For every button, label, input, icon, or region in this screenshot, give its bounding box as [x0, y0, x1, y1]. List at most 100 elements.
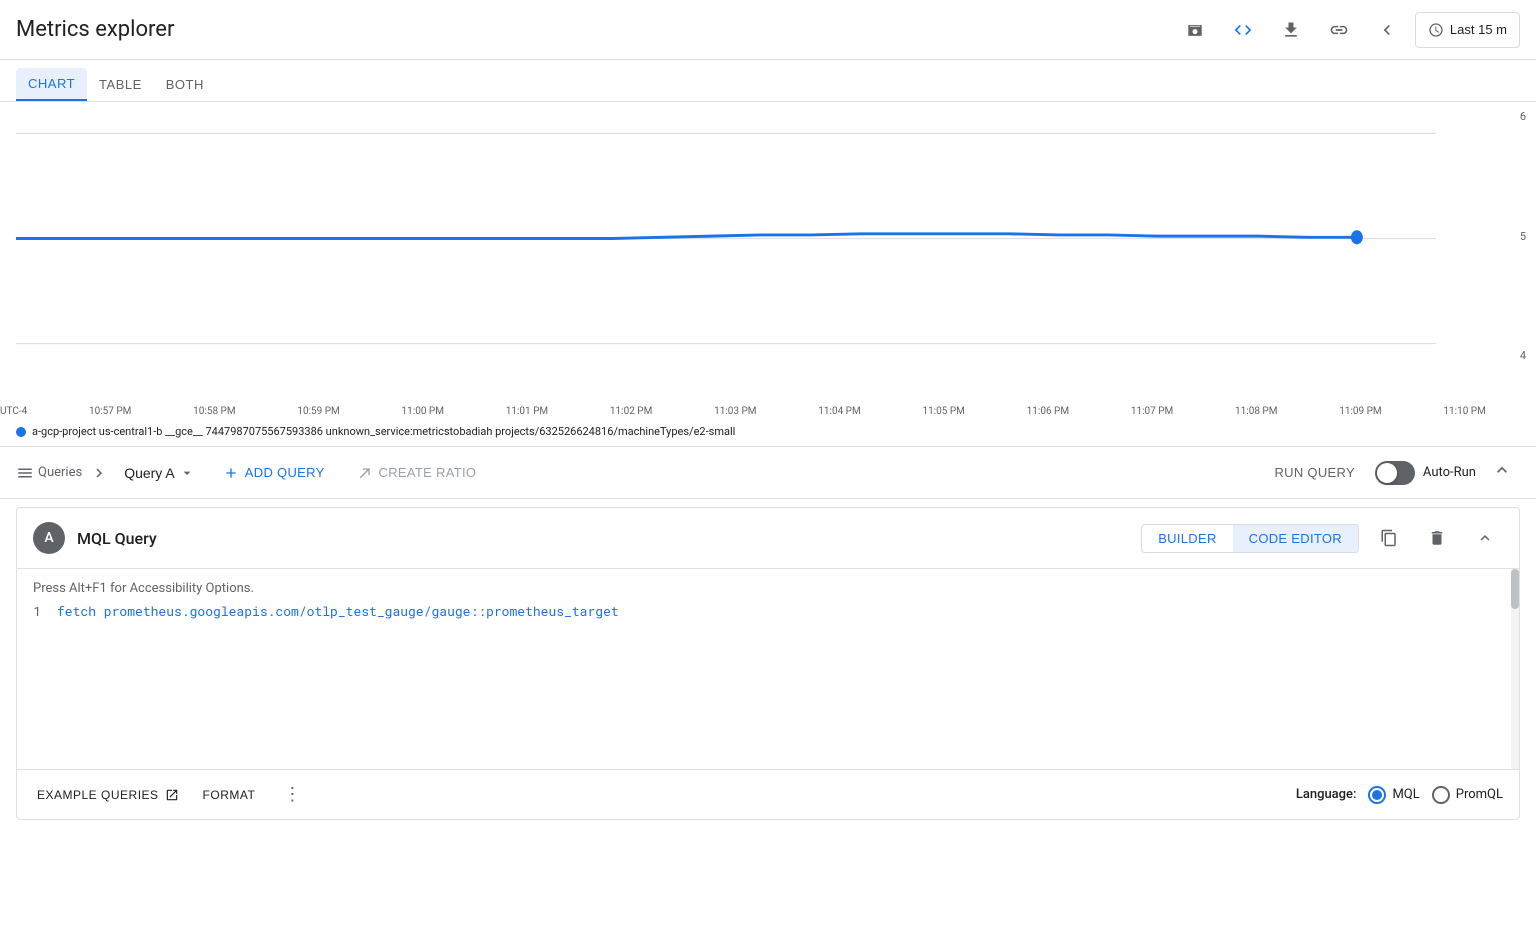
add-query-label: ADD QUERY — [245, 465, 325, 480]
line-number: 1 — [17, 602, 57, 620]
query-name-button[interactable]: Query A — [116, 461, 203, 485]
x-label-1058: 10:58 PM — [193, 406, 235, 417]
auto-run-toggle[interactable] — [1375, 461, 1415, 485]
promql-radio-button[interactable] — [1432, 786, 1450, 804]
time-range-button[interactable]: Last 15 m — [1415, 12, 1520, 48]
link-icon-button[interactable] — [1319, 10, 1359, 50]
code-icon-button[interactable] — [1223, 10, 1263, 50]
x-label-1107: 11:07 PM — [1131, 406, 1173, 417]
x-label-1057: 10:57 PM — [89, 406, 131, 417]
chevron-left-icon — [1377, 20, 1397, 40]
example-queries-label: EXAMPLE QUERIES — [37, 788, 159, 802]
format-label: FORMAT — [203, 788, 256, 802]
builder-tab[interactable]: BUILDER — [1142, 525, 1232, 552]
add-icon — [223, 465, 239, 481]
y-label-4: 4 — [1520, 349, 1526, 362]
auto-run-label: Auto-Run — [1423, 465, 1476, 480]
dropdown-arrow-icon — [179, 465, 195, 481]
header-actions: Last 15 m — [1175, 10, 1520, 50]
scrollbar-thumb — [1511, 569, 1519, 609]
query-bar: Queries Query A ADD QUERY CREATE RATIO R… — [0, 447, 1536, 499]
chart-svg — [16, 110, 1486, 402]
tab-both[interactable]: BOTH — [154, 68, 216, 101]
more-options-button[interactable]: ⋮ — [275, 780, 309, 809]
query-editor-footer: EXAMPLE QUERIES FORMAT ⋮ Language: MQL P… — [17, 769, 1519, 819]
x-label-1110: 11:10 PM — [1443, 406, 1485, 417]
copy-button[interactable] — [1371, 520, 1407, 556]
code-editor-area[interactable]: Press Alt+F1 for Accessibility Options. … — [17, 569, 1519, 769]
toggle-knob — [1377, 463, 1397, 483]
chart-container: 6 5 4 — [0, 102, 1536, 402]
accessibility-hint: Press Alt+F1 for Accessibility Options. — [17, 577, 1519, 600]
query-avatar: A — [33, 522, 65, 554]
expand-button[interactable] — [1467, 520, 1503, 556]
link-icon — [1329, 20, 1349, 40]
chevron-right-icon — [90, 464, 108, 482]
x-label-1059: 10:59 PM — [297, 406, 339, 417]
download-icon — [1281, 20, 1301, 40]
language-label: Language: — [1296, 787, 1357, 802]
create-ratio-label: CREATE RATIO — [379, 465, 477, 480]
x-label-1106: 11:06 PM — [1027, 406, 1069, 417]
more-icon: ⋮ — [283, 784, 301, 804]
delete-icon — [1428, 529, 1446, 547]
delete-button[interactable] — [1419, 520, 1455, 556]
code-editor-tab[interactable]: CODE EDITOR — [1233, 525, 1358, 552]
y-label-5: 5 — [1520, 230, 1526, 243]
mql-radio-button[interactable] — [1368, 786, 1386, 804]
external-link-icon — [165, 788, 179, 802]
chart-section: CHART TABLE BOTH 6 5 4 UTC-4 10:57 PM 10… — [0, 60, 1536, 447]
scrollbar-vertical[interactable] — [1511, 569, 1519, 769]
save-icon — [1185, 20, 1205, 40]
chart-tabs: CHART TABLE BOTH — [0, 60, 1536, 102]
download-icon-button[interactable] — [1271, 10, 1311, 50]
x-label-1108: 11:08 PM — [1235, 406, 1277, 417]
tab-table[interactable]: TABLE — [87, 68, 154, 101]
header: Metrics explorer Last 15 m — [0, 0, 1536, 60]
promql-radio-option[interactable]: PromQL — [1432, 786, 1503, 804]
expand-icon — [1476, 529, 1494, 547]
query-editor-section: A MQL Query BUILDER CODE EDITOR Press Al… — [16, 507, 1520, 820]
save-icon-button[interactable] — [1175, 10, 1215, 50]
copy-icon — [1380, 529, 1398, 547]
code-line-1: 1 fetch prometheus.googleapis.com/otlp_t… — [17, 600, 1519, 622]
x-label-1101: 11:01 PM — [506, 406, 548, 417]
x-axis-labels: UTC-4 10:57 PM 10:58 PM 10:59 PM 11:00 P… — [0, 402, 1536, 421]
language-group: Language: MQL PromQL — [1296, 786, 1503, 804]
x-label-1103: 11:03 PM — [714, 406, 756, 417]
query-name-label: Query A — [124, 465, 175, 481]
code-icon — [1233, 20, 1253, 40]
editor-tab-group: BUILDER CODE EDITOR — [1141, 524, 1359, 553]
format-button[interactable]: FORMAT — [199, 782, 260, 808]
x-label-1102: 11:02 PM — [610, 406, 652, 417]
x-label-1100: 11:00 PM — [402, 406, 444, 417]
query-editor-header: A MQL Query BUILDER CODE EDITOR — [17, 508, 1519, 569]
y-label-6: 6 — [1520, 110, 1526, 123]
add-query-button[interactable]: ADD QUERY — [211, 459, 337, 487]
ratio-icon — [357, 465, 373, 481]
promql-label: PromQL — [1456, 787, 1503, 802]
legend-color-dot — [16, 427, 26, 437]
queries-label: Queries — [38, 465, 82, 480]
mql-radio-option[interactable]: MQL — [1368, 786, 1419, 804]
queries-nav: Queries — [16, 464, 82, 482]
example-queries-button[interactable]: EXAMPLE QUERIES — [33, 782, 183, 808]
run-query-label: RUN QUERY — [1274, 465, 1354, 480]
run-query-button[interactable]: RUN QUERY — [1262, 459, 1366, 486]
collapse-button[interactable] — [1484, 456, 1520, 489]
x-label-1105: 11:05 PM — [922, 406, 964, 417]
query-editor-title: MQL Query — [77, 529, 1129, 548]
chart-legend: a-gcp-project us-central1-b __gce__ 7447… — [0, 421, 1536, 446]
auto-run-container: Auto-Run — [1375, 461, 1476, 485]
mql-label: MQL — [1392, 787, 1419, 802]
tab-chart[interactable]: CHART — [16, 68, 87, 101]
code-content: fetch prometheus.googleapis.com/otlp_tes… — [57, 602, 619, 620]
back-button[interactable] — [1367, 10, 1407, 50]
clock-icon — [1428, 22, 1444, 38]
x-label-utc: UTC-4 — [0, 406, 27, 417]
legend-text: a-gcp-project us-central1-b __gce__ 7447… — [32, 425, 735, 438]
create-ratio-button[interactable]: CREATE RATIO — [345, 459, 489, 487]
expand-less-icon — [1492, 460, 1512, 480]
menu-icon — [16, 464, 34, 482]
time-range-label: Last 15 m — [1450, 22, 1507, 37]
